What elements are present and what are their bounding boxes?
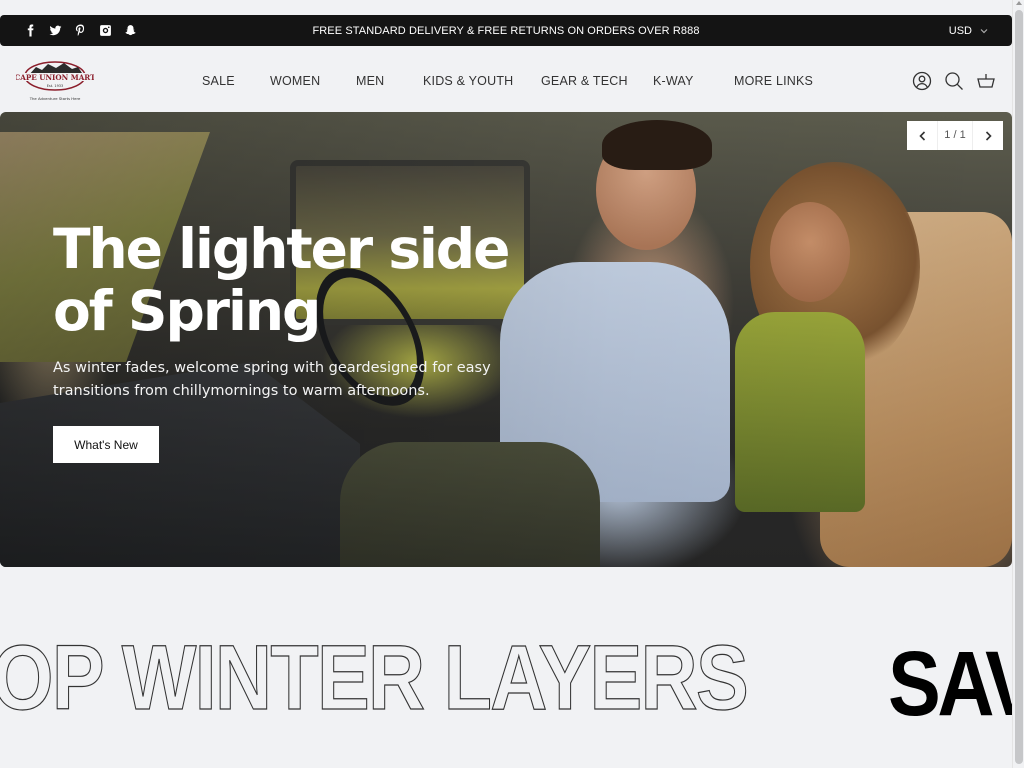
chevron-down-icon	[980, 28, 988, 33]
hero-title: The lighter side of Spring	[53, 217, 510, 343]
site-header: CAPE UNION MART Est. 1933 The Adventure …	[0, 46, 1012, 112]
nav-item-more-links[interactable]: MORE LINKS	[734, 74, 813, 88]
hero-banner: The lighter side of Spring As winter fad…	[0, 112, 1012, 567]
nav-item-sale[interactable]: SALE	[202, 74, 235, 88]
announcement-bar: FREE STANDARD DELIVERY & FREE RETURNS ON…	[0, 15, 1012, 46]
logo-brand: CAPE UNION MART	[16, 73, 94, 82]
nav-item-k-way[interactable]: K-WAY	[653, 74, 694, 88]
nav-item-men[interactable]: MEN	[356, 74, 384, 88]
prev-slide-button[interactable]	[907, 121, 937, 150]
chevron-left-icon	[918, 130, 925, 141]
currency-label: USD	[948, 24, 972, 37]
scrollbar-thumb[interactable]	[1015, 10, 1023, 764]
chevron-right-icon	[985, 130, 992, 141]
marquee-solid-text: SAV	[888, 633, 1012, 728]
header-actions	[912, 71, 996, 91]
page-scrollbar[interactable]	[1012, 0, 1024, 768]
nav-item-women[interactable]: WOMEN	[270, 74, 320, 88]
cart-icon[interactable]	[976, 71, 996, 91]
nav-item-kids-youth[interactable]: KIDS & YOUTH	[423, 74, 513, 88]
nav-item-gear-tech[interactable]: GEAR & TECH	[541, 74, 628, 88]
account-icon[interactable]	[912, 71, 932, 91]
whats-new-button[interactable]: What's New	[53, 426, 159, 463]
logo[interactable]: CAPE UNION MART Est. 1933 The Adventure …	[15, 58, 96, 104]
marquee-outline-text: OP WINTER LAYERS	[0, 628, 749, 728]
logo-est: Est. 1933	[47, 84, 64, 88]
next-slide-button[interactable]	[973, 121, 1003, 150]
currency-selector[interactable]: USD	[949, 25, 988, 37]
announcement-text: FREE STANDARD DELIVERY & FREE RETURNS ON…	[312, 24, 700, 37]
search-icon[interactable]	[944, 71, 964, 91]
promo-marquee: OP WINTER LAYERS SAV	[0, 628, 1012, 728]
scroll-up-arrow-icon[interactable]	[1016, 1, 1022, 5]
hero-subtitle: As winter fades, welcome spring with gea…	[53, 360, 491, 399]
slider-controls: 1 / 1	[907, 121, 1003, 150]
slide-counter: 1 / 1	[937, 121, 973, 150]
logo-tagline: The Adventure Starts Here	[29, 96, 81, 101]
